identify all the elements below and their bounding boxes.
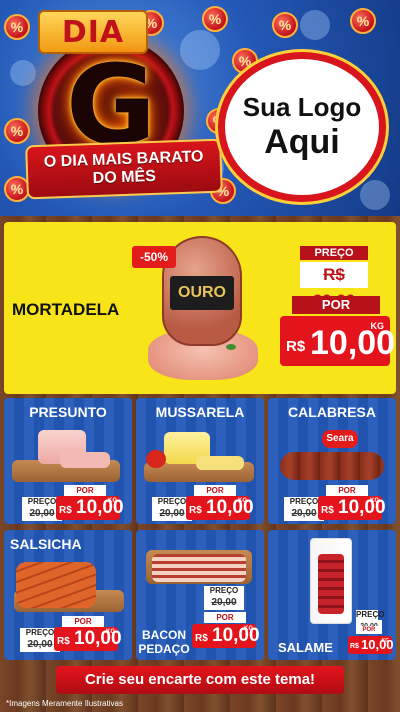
currency: R$ <box>59 505 72 516</box>
old-price: R$ 20,00 <box>300 262 368 310</box>
percent-coin-icon: % <box>272 12 298 38</box>
currency: R$ <box>195 633 208 644</box>
cheese-slices-image <box>196 456 244 470</box>
featured-price-tag: R$ 10,00 KG <box>280 316 395 366</box>
currency: R$ <box>189 505 202 516</box>
new-price-label: POR <box>64 485 106 496</box>
featured-product-name: MORTADELA <box>12 300 120 319</box>
bokeh-dot <box>180 30 220 70</box>
parsley-leaf-icon <box>226 344 236 350</box>
product-name: PRESUNTO <box>29 404 107 420</box>
price-tag: R$ 10,00 KG <box>192 624 260 648</box>
disclaimer-note: *Imagens Meramente Ilustrativas <box>6 699 123 708</box>
price-tag: R$ 10,00 KG <box>54 627 122 651</box>
unit: KG <box>244 626 253 632</box>
logo-text-line1: Sua Logo <box>242 92 362 122</box>
unit: KG <box>370 498 379 504</box>
unit: KG <box>106 629 115 635</box>
product-name: SALSICHA <box>10 536 82 552</box>
price-tag: R$ 10,00 KG <box>318 496 386 520</box>
unit: KG <box>108 498 117 504</box>
bokeh-dot <box>10 60 36 86</box>
product-name: BACON PEDAÇO <box>138 628 190 656</box>
discount-badge: -50% <box>132 246 176 268</box>
old-price-label: PREÇO <box>204 586 244 596</box>
price-tag: R$ 10,00 KG <box>186 496 254 520</box>
old-price-label: PREÇO <box>356 610 385 620</box>
header-banner: % % % % % % % % % % DIA G O DIA MAIS BAR… <box>0 0 400 216</box>
new-price-label: POR <box>62 616 104 627</box>
percent-coin-icon: % <box>350 8 376 34</box>
bokeh-dot <box>360 180 390 210</box>
bacon-image <box>152 554 246 582</box>
currency: R$ <box>286 338 306 355</box>
new-price-label: POR <box>326 485 368 496</box>
salame-slices-image <box>318 554 344 614</box>
product-name: SALAME <box>278 640 333 655</box>
product-name: MUSSARELA <box>155 404 245 420</box>
unit: KG <box>238 498 247 504</box>
percent-coin-icon: % <box>4 118 30 144</box>
calabresa-image <box>280 452 384 480</box>
bokeh-dot <box>300 10 330 40</box>
seara-brand-logo: Seara <box>322 430 358 448</box>
old-price: 20,00 <box>204 596 244 610</box>
currency: R$ <box>57 636 70 647</box>
percent-coin-icon: % <box>4 14 30 40</box>
sausages-image <box>16 562 96 608</box>
slogan-ribbon: O DIA MAIS BARATO DO MÊS <box>25 138 223 200</box>
price-tag: R$ 10,00 KG <box>56 496 124 520</box>
store-logo-placeholder[interactable]: Sua Logo Aqui <box>218 52 386 202</box>
create-flyer-button[interactable]: Crie seu encarte com este tema! <box>56 666 344 694</box>
new-price-label: POR <box>194 485 236 496</box>
brand-band: OURO <box>170 276 234 310</box>
new-price-label: POR <box>204 612 246 623</box>
currency: R$ <box>350 643 359 650</box>
new-price-label: POR <box>356 626 382 634</box>
new-price-label: POR <box>292 296 380 314</box>
currency: R$ <box>321 505 334 516</box>
unit: KG <box>381 638 390 644</box>
product-name: CALABRESA <box>288 404 376 420</box>
percent-coin-icon: % <box>202 6 228 32</box>
old-price-label: PREÇO <box>300 246 368 260</box>
price-tag: R$ 10,00 KG <box>348 636 394 654</box>
logo-text-line2: Aqui <box>264 123 340 161</box>
unit: KG <box>370 321 385 331</box>
tomato-image <box>146 450 166 468</box>
ham-slices-image <box>60 452 110 468</box>
